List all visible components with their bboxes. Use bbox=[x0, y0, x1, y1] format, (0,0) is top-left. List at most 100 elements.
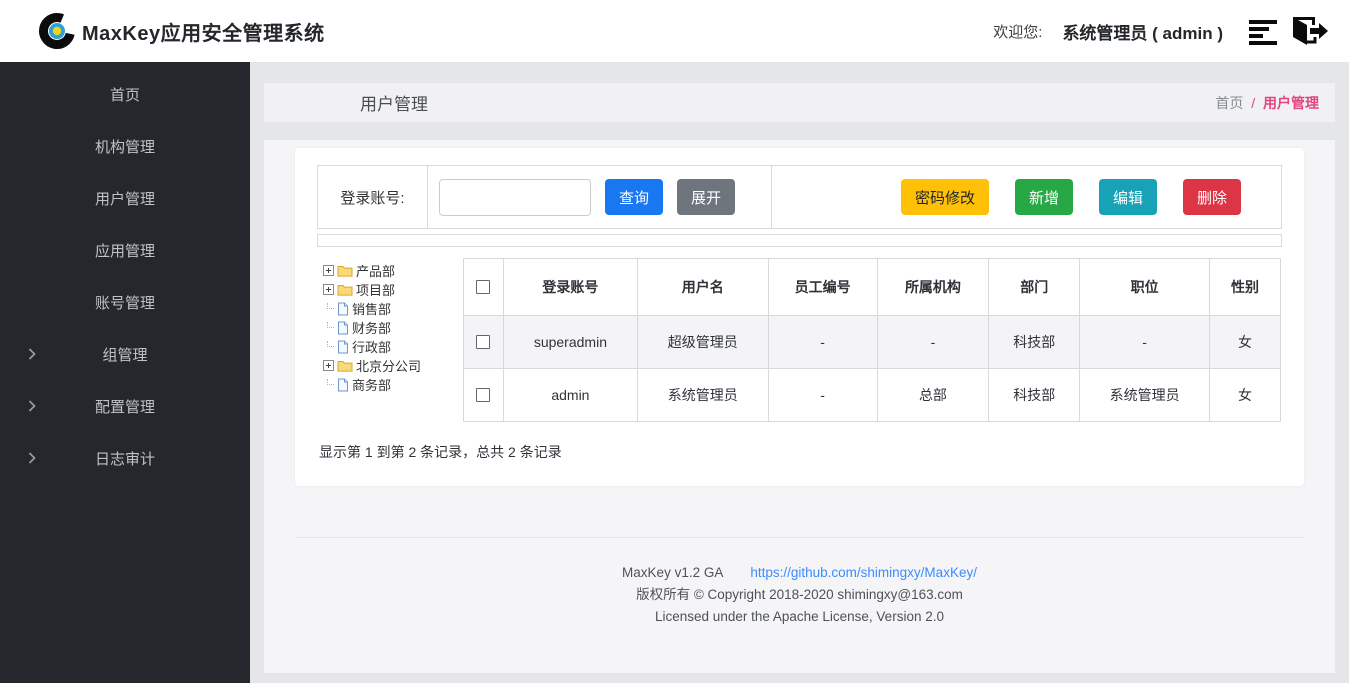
maxkey-logo-icon bbox=[36, 10, 78, 52]
login-account-input[interactable] bbox=[439, 179, 591, 216]
sidebar-item-label: 应用管理 bbox=[95, 240, 155, 261]
tree-connector bbox=[323, 322, 334, 333]
tree-expand-icon[interactable] bbox=[323, 284, 334, 295]
change-password-button[interactable]: 密码修改 bbox=[901, 179, 989, 215]
cell-username: 超级管理员 bbox=[637, 316, 768, 369]
app-footer: MaxKey v1.2 GA https://github.com/shimin… bbox=[264, 562, 1335, 628]
sidebar-item-label: 首页 bbox=[110, 84, 140, 105]
breadcrumb-current: 用户管理 bbox=[1263, 95, 1319, 111]
sidebar-item-label: 组管理 bbox=[102, 344, 147, 365]
logout-icon[interactable] bbox=[1289, 13, 1329, 49]
chevron-right-icon bbox=[28, 400, 36, 412]
welcome-label: 欢迎您: bbox=[993, 21, 1042, 42]
sidebar-item-app-management[interactable]: 应用管理 bbox=[0, 224, 250, 276]
current-user: 系统管理员 ( admin ) bbox=[1062, 19, 1223, 44]
sidebar-item-log-audit[interactable]: 日志审计 bbox=[0, 432, 250, 484]
footer-copyright: 版权所有 © Copyright 2018-2020 shimingxy@163… bbox=[264, 584, 1335, 606]
tree-node-label: 商务部 bbox=[352, 375, 391, 394]
cell-gender: 女 bbox=[1210, 369, 1281, 422]
sidebar-item-config-management[interactable]: 配置管理 bbox=[0, 380, 250, 432]
search-toolbar: 登录账号: 查询 展开 密码修改 新增 编辑 删除 bbox=[317, 165, 1282, 229]
tree-node-label: 项目部 bbox=[356, 280, 395, 299]
tree-node-business-dept[interactable]: 商务部 bbox=[323, 375, 463, 394]
table-row[interactable]: superadmin 超级管理员 - - 科技部 - 女 bbox=[464, 316, 1281, 369]
cell-username: 系统管理员 bbox=[637, 369, 768, 422]
app-title: MaxKey应用安全管理系统 bbox=[82, 17, 325, 46]
delete-button[interactable]: 删除 bbox=[1183, 179, 1241, 215]
cell-employee-no: - bbox=[768, 316, 877, 369]
sidebar-item-group-management[interactable]: 组管理 bbox=[0, 328, 250, 380]
tree-node-label: 产品部 bbox=[356, 261, 395, 280]
file-icon bbox=[337, 302, 349, 316]
app-header: MaxKey应用安全管理系统 欢迎您: 系统管理员 ( admin ) bbox=[0, 0, 1349, 62]
sidebar-item-org-management[interactable]: 机构管理 bbox=[0, 120, 250, 172]
footer-github-link[interactable]: https://github.com/shimingxy/MaxKey/ bbox=[750, 565, 977, 580]
cell-organization: 总部 bbox=[877, 369, 989, 422]
cell-department: 科技部 bbox=[989, 369, 1080, 422]
file-icon bbox=[337, 378, 349, 392]
sidebar-item-account-management[interactable]: 账号管理 bbox=[0, 276, 250, 328]
table-row[interactable]: admin 系统管理员 - 总部 科技部 系统管理员 女 bbox=[464, 369, 1281, 422]
breadcrumb-separator: / bbox=[1251, 95, 1255, 111]
row-checkbox[interactable] bbox=[476, 388, 490, 402]
sidebar-item-label: 用户管理 bbox=[95, 188, 155, 209]
table-header-row: 登录账号 用户名 员工编号 所属机构 部门 职位 性别 bbox=[464, 259, 1281, 316]
column-header-organization: 所属机构 bbox=[877, 259, 989, 316]
org-tree: 产品部 项目部 bbox=[317, 258, 463, 422]
column-header-employee-no: 员工编号 bbox=[768, 259, 877, 316]
tree-node-sales-dept[interactable]: 销售部 bbox=[323, 299, 463, 318]
sidebar-item-user-management[interactable]: 用户管理 bbox=[0, 172, 250, 224]
chevron-right-icon bbox=[28, 452, 36, 464]
chevron-right-icon bbox=[28, 348, 36, 360]
tree-expand-icon[interactable] bbox=[323, 265, 334, 276]
tree-node-beijing-branch[interactable]: 北京分公司 bbox=[323, 356, 463, 375]
tree-node-label: 北京分公司 bbox=[356, 356, 421, 375]
tree-node-finance-dept[interactable]: 财务部 bbox=[323, 318, 463, 337]
sidebar-item-label: 账号管理 bbox=[95, 292, 155, 313]
tree-expand-icon[interactable] bbox=[323, 360, 334, 371]
collapsed-search-area bbox=[317, 234, 1282, 247]
column-header-login: 登录账号 bbox=[503, 259, 637, 316]
cell-position: - bbox=[1080, 316, 1210, 369]
user-management-card: 登录账号: 查询 展开 密码修改 新增 编辑 删除 bbox=[295, 148, 1304, 486]
tree-node-label: 行政部 bbox=[352, 337, 391, 356]
users-table: 登录账号 用户名 员工编号 所属机构 部门 职位 性别 bbox=[463, 258, 1281, 422]
footer-divider bbox=[295, 537, 1304, 538]
column-header-gender: 性别 bbox=[1210, 259, 1281, 316]
main-content: 用户管理 首页 / 用户管理 登录账号: 查询 展开 bbox=[250, 62, 1349, 683]
cell-login: superadmin bbox=[503, 316, 637, 369]
page-title: 用户管理 bbox=[360, 90, 428, 115]
cell-organization: - bbox=[877, 316, 989, 369]
sidebar-item-label: 配置管理 bbox=[95, 396, 155, 417]
menu-list-icon[interactable] bbox=[1247, 15, 1281, 47]
tree-node-product-dept[interactable]: 产品部 bbox=[323, 261, 463, 280]
edit-button[interactable]: 编辑 bbox=[1099, 179, 1157, 215]
tree-node-project-dept[interactable]: 项目部 bbox=[323, 280, 463, 299]
column-header-position: 职位 bbox=[1080, 259, 1210, 316]
file-icon bbox=[337, 340, 349, 354]
tree-connector bbox=[323, 341, 334, 352]
add-button[interactable]: 新增 bbox=[1015, 179, 1073, 215]
tree-node-label: 财务部 bbox=[352, 318, 391, 337]
column-header-department: 部门 bbox=[989, 259, 1080, 316]
sidebar-item-label: 日志审计 bbox=[95, 448, 155, 469]
row-checkbox[interactable] bbox=[476, 335, 490, 349]
file-icon bbox=[337, 321, 349, 335]
expand-button[interactable]: 展开 bbox=[677, 179, 735, 215]
breadcrumb: 首页 / 用户管理 bbox=[1215, 93, 1319, 113]
cell-department: 科技部 bbox=[989, 316, 1080, 369]
sidebar-item-label: 机构管理 bbox=[95, 136, 155, 157]
column-header-username: 用户名 bbox=[637, 259, 768, 316]
sidebar-item-home[interactable]: 首页 bbox=[0, 68, 250, 120]
select-all-checkbox[interactable] bbox=[476, 280, 490, 294]
cell-employee-no: - bbox=[768, 369, 877, 422]
query-button[interactable]: 查询 bbox=[605, 179, 663, 215]
folder-icon bbox=[337, 264, 353, 277]
folder-icon bbox=[337, 283, 353, 296]
tree-node-admin-dept[interactable]: 行政部 bbox=[323, 337, 463, 356]
breadcrumb-home-link[interactable]: 首页 bbox=[1215, 95, 1243, 111]
cell-gender: 女 bbox=[1210, 316, 1281, 369]
content-panel: 登录账号: 查询 展开 密码修改 新增 编辑 删除 bbox=[264, 140, 1335, 673]
tree-connector bbox=[323, 379, 334, 390]
footer-license: Licensed under the Apache License, Versi… bbox=[264, 606, 1335, 628]
